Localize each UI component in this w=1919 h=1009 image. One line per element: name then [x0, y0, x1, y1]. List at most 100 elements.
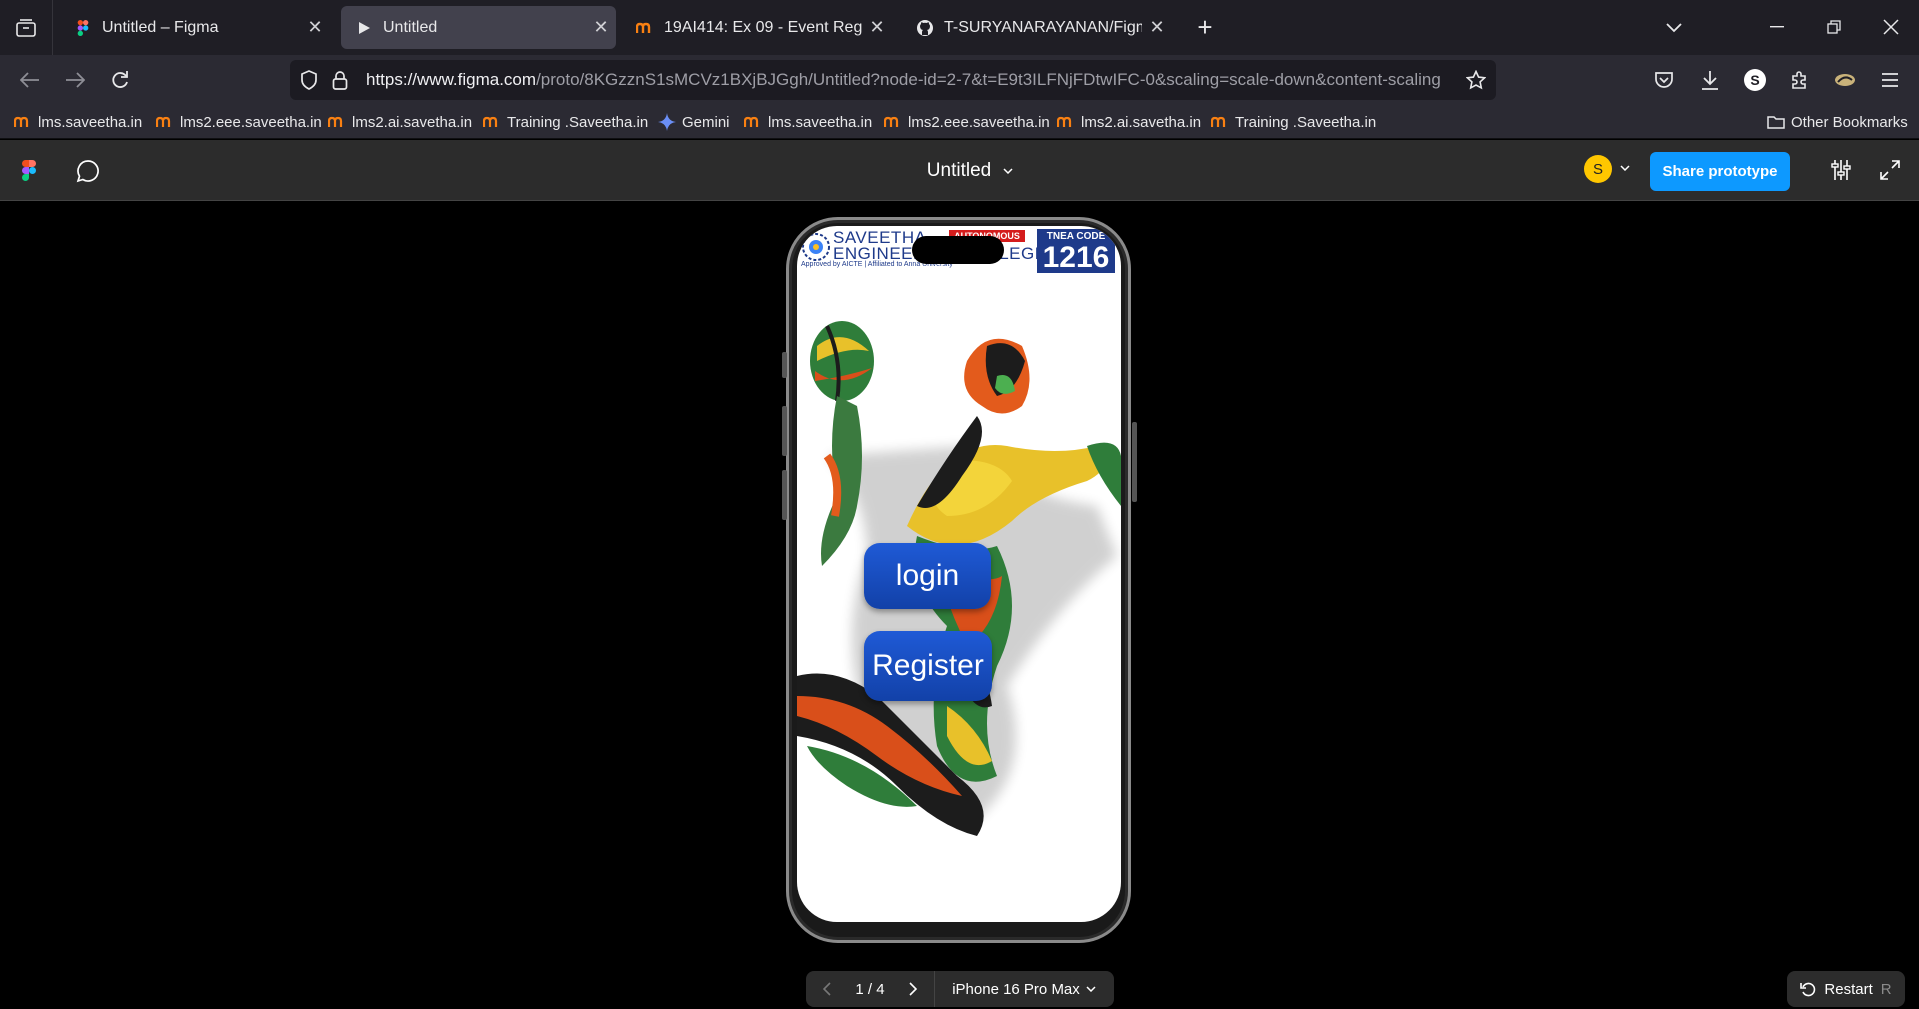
restore-icon [1827, 20, 1841, 34]
comment-icon[interactable] [76, 159, 100, 188]
bookmark-label: lms2.eee.saveetha.in [908, 113, 1050, 131]
reload-button[interactable] [103, 63, 137, 97]
restart-button[interactable]: Restart R [1787, 971, 1905, 1007]
bookmark-item[interactable]: lms2.eee.saveetha.in [884, 105, 1050, 139]
minimize-icon [1770, 26, 1784, 28]
extensions-button[interactable] [1783, 63, 1817, 97]
register-button[interactable]: Register [864, 631, 992, 701]
restart-icon [1800, 982, 1816, 997]
bookmark-item[interactable]: lms2.eee.saveetha.in [156, 105, 322, 139]
moodle-icon [744, 115, 764, 129]
file-title-dropdown[interactable]: Untitled [900, 140, 1040, 201]
menu-button[interactable] [1873, 63, 1907, 97]
tab-moodle[interactable]: 19AI414: Ex 09 - Event Registrat ✕ [622, 6, 892, 49]
figma-prototype-toolbar: Untitled [0, 140, 1919, 201]
moodle-icon [884, 115, 904, 129]
phone-side-button [1132, 422, 1137, 502]
tab-overview-icon [16, 18, 36, 37]
chevron-down-icon [1086, 986, 1096, 992]
tab-title: T-SURYANARAYANAN/Figma [944, 18, 1142, 36]
dynamic-island [912, 236, 1004, 264]
shield-icon[interactable] [300, 70, 318, 90]
close-tab-icon[interactable]: ✕ [1142, 13, 1172, 43]
arrow-left-icon [20, 72, 39, 88]
lock-icon[interactable] [332, 70, 348, 90]
restart-label: Restart [1824, 980, 1873, 998]
other-bookmarks[interactable]: Other Bookmarks [1767, 105, 1908, 139]
tab-title: Untitled – Figma [102, 18, 219, 36]
other-bookmarks-label: Other Bookmarks [1791, 113, 1908, 131]
gemini-icon [658, 113, 678, 131]
figma-logo-icon[interactable] [22, 160, 36, 186]
close-tab-icon[interactable]: ✕ [862, 13, 892, 43]
next-frame-button[interactable] [892, 971, 934, 1007]
bookmark-label: lms.saveetha.in [768, 113, 873, 131]
minimize-button[interactable] [1757, 10, 1797, 44]
settings-sliders-icon[interactable] [1830, 158, 1852, 187]
figma-icon [74, 19, 92, 37]
pocket-button[interactable] [1647, 63, 1681, 97]
share-prototype-button[interactable]: Share prototype [1650, 152, 1790, 191]
bookmark-label: lms2.eee.saveetha.in [180, 113, 322, 131]
chevron-right-icon [909, 982, 917, 996]
close-tab-icon[interactable]: ✕ [586, 13, 616, 43]
new-tab-icon[interactable]: + [1190, 12, 1220, 42]
user-avatar[interactable]: S [1584, 155, 1612, 183]
tab-figma-editor[interactable]: Untitled – Figma ✕ [60, 6, 330, 49]
chevron-down-icon[interactable] [1620, 165, 1630, 171]
arrow-right-icon [66, 72, 85, 88]
downloads-button[interactable] [1693, 63, 1727, 97]
device-name: iPhone 16 Pro Max [952, 980, 1080, 998]
tab-github[interactable]: T-SURYANARAYANAN/Figma ✕ [902, 6, 1172, 49]
moodle-icon [1057, 115, 1077, 129]
restore-button[interactable] [1814, 10, 1854, 44]
bookmark-item[interactable]: lms.saveetha.in [744, 105, 872, 139]
fullscreen-icon[interactable] [1880, 160, 1900, 185]
folder-icon [1767, 115, 1787, 129]
device-selector[interactable]: iPhone 16 Pro Max [935, 971, 1113, 1007]
list-tabs-button[interactable] [1658, 12, 1690, 44]
chevron-left-icon [823, 982, 831, 996]
page-indicator: 1 / 4 [855, 980, 885, 998]
profile-initial: S [1750, 72, 1760, 88]
bookmark-item[interactable]: lms2.ai.savetha.in [1057, 105, 1201, 139]
chevron-down-icon [1666, 23, 1682, 33]
navigation-toolbar: https://www.figma.com/proto/8KGzznS1sMCV… [0, 55, 1919, 105]
address-bar[interactable]: https://www.figma.com/proto/8KGzznS1sMCV… [290, 60, 1496, 100]
profile-avatar: S [1744, 69, 1766, 91]
bookmark-label: Gemini [682, 113, 730, 131]
tab-strip: Untitled – Figma ✕ Untitled ✕ 19AI414: E… [0, 0, 1919, 55]
phone-side-button [782, 406, 787, 456]
prototype-pager: 1 / 4 iPhone 16 Pro Max [806, 971, 1114, 1007]
extension-button[interactable] [1828, 63, 1862, 97]
back-button[interactable] [13, 63, 47, 97]
chevron-down-icon [1003, 167, 1013, 174]
bookmark-item[interactable]: lms.saveetha.in [14, 105, 142, 139]
bookmark-item[interactable]: Gemini [658, 105, 730, 139]
reload-icon [112, 71, 128, 88]
login-button-label: login [895, 559, 960, 592]
close-icon [1883, 19, 1899, 35]
bookmark-label: Training .Saveetha.in [507, 113, 649, 131]
tab-overview-button[interactable] [0, 0, 53, 55]
play-icon [355, 19, 373, 37]
phone-screen: SAVEETHA ENGINEERING COLLEGE AUTONOMOUS … [797, 226, 1121, 922]
college-seal-icon [802, 233, 830, 261]
bookmark-item[interactable]: Training .Saveetha.in [483, 105, 648, 139]
bookmark-star-icon[interactable] [1466, 70, 1486, 90]
bookmark-label: lms2.ai.savetha.in [1081, 113, 1202, 131]
download-icon [1702, 71, 1718, 90]
url-text[interactable]: https://www.figma.com/proto/8KGzznS1sMCV… [366, 60, 1456, 100]
bookmark-item[interactable]: Training .Saveetha.in [1211, 105, 1376, 139]
previous-frame-button[interactable] [806, 971, 848, 1007]
close-window-button[interactable] [1871, 10, 1911, 44]
account-button[interactable]: S [1738, 63, 1772, 97]
close-tab-icon[interactable]: ✕ [300, 13, 330, 43]
forward-button[interactable] [58, 63, 92, 97]
tab-figma-prototype[interactable]: Untitled ✕ [341, 6, 616, 49]
login-button[interactable]: login [864, 543, 991, 609]
phone-side-button [782, 470, 787, 520]
bookmark-item[interactable]: lms2.ai.savetha.in [328, 105, 472, 139]
bookmarks-bar: lms.saveetha.in lms2.eee.saveetha.in lms… [0, 105, 1919, 139]
moodle-icon [156, 115, 176, 129]
